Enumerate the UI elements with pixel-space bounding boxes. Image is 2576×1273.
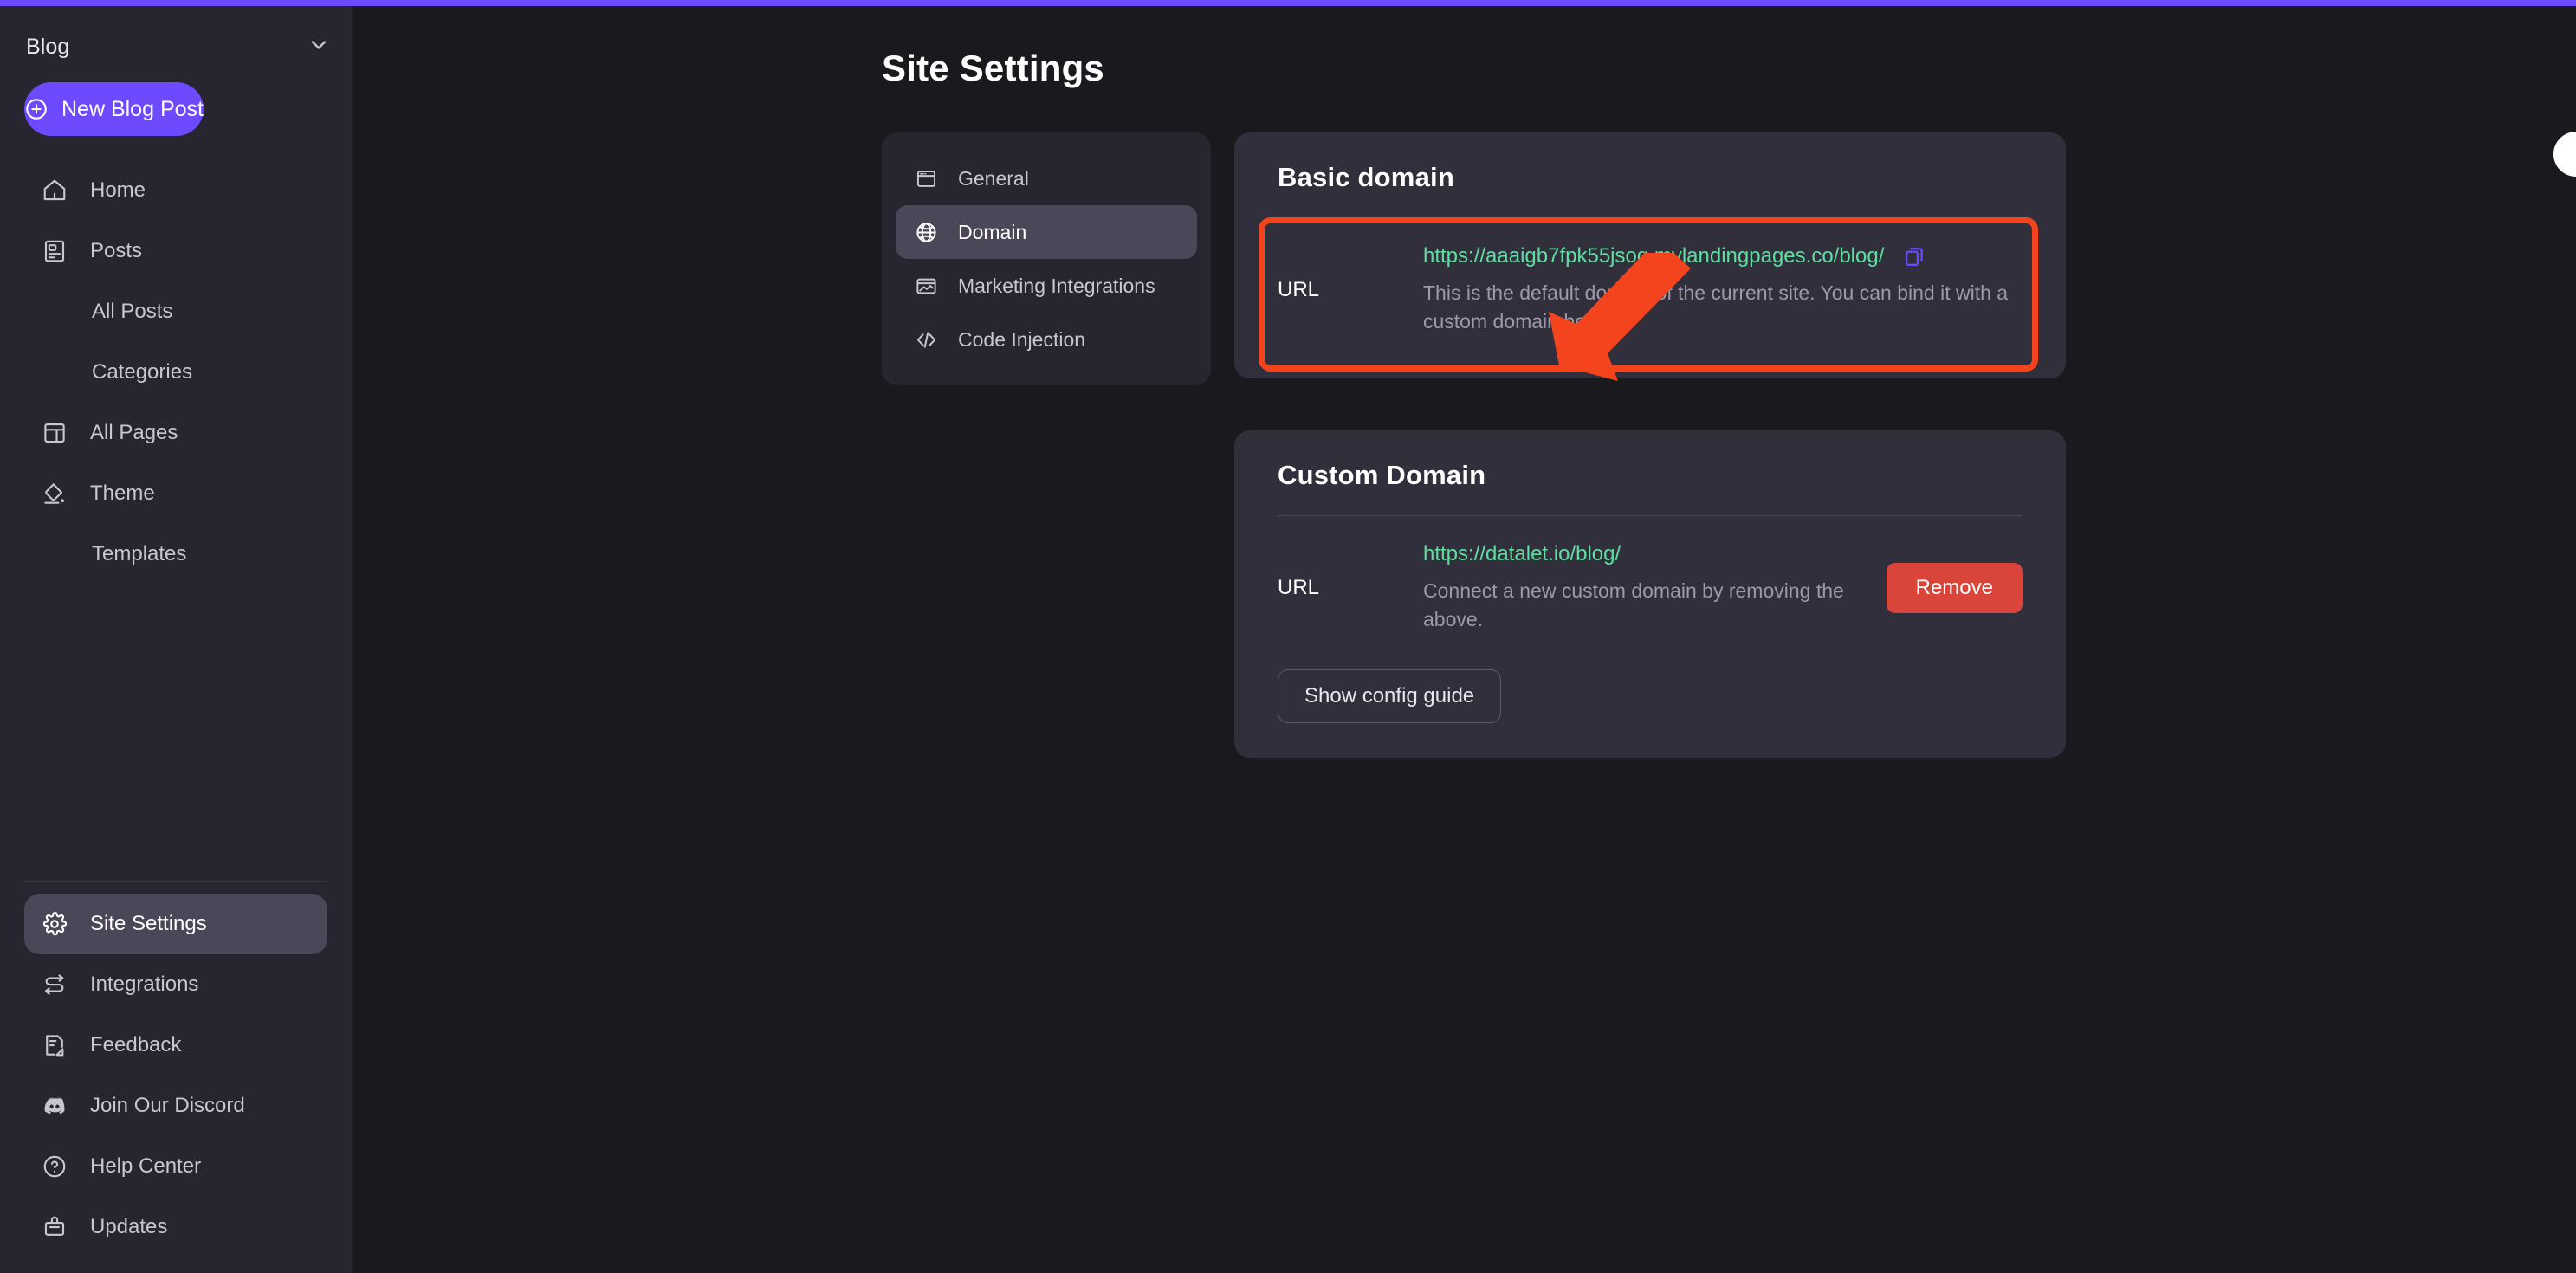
sidebar-item-label: Posts: [90, 239, 143, 262]
custom-domain-url-line: https://datalet.io/blog/: [1423, 542, 1866, 566]
sidebar-item-label: All Pages: [90, 421, 178, 444]
tab-label: General: [958, 166, 1029, 190]
tab-code-injection[interactable]: Code Injection: [896, 313, 1197, 366]
sidebar-item-templates[interactable]: Templates: [24, 524, 327, 585]
custom-domain-url-row: URL https://datalet.io/blog/ Connect a n…: [1278, 516, 2023, 642]
custom-domain-url-body: https://datalet.io/blog/ Connect a new c…: [1423, 542, 1866, 635]
tab-label: Marketing Integrations: [958, 274, 1155, 297]
sidebar-item-theme[interactable]: Theme: [24, 463, 327, 524]
sidebar-item-posts[interactable]: Posts: [24, 221, 327, 281]
sidebar-item-home[interactable]: Home: [24, 160, 327, 221]
home-icon: [40, 176, 69, 205]
sidebar-item-label: Join Our Discord: [90, 1094, 245, 1117]
sidebar-item-all-posts[interactable]: All Posts: [24, 281, 327, 342]
sidebar-nav: Home Posts All Posts Categories All Page…: [0, 160, 352, 585]
basic-domain-url-link[interactable]: https://aaaigb7fpk55jsoq.mylandingpages.…: [1423, 244, 1884, 268]
app-root: Blog New Blog Post Home Posts All Posts …: [0, 0, 2576, 1273]
tab-marketing-integrations[interactable]: Marketing Integrations: [896, 259, 1197, 313]
sidebar-item-all-pages[interactable]: All Pages: [24, 403, 327, 463]
remove-custom-domain-button[interactable]: Remove: [1886, 563, 2023, 614]
sidebar-item-updates[interactable]: Updates: [24, 1197, 327, 1257]
sidebar-item-label: Site Settings: [90, 912, 207, 935]
window-icon: [913, 165, 939, 191]
question-circle-icon: [40, 1152, 69, 1181]
plus-circle-icon: [24, 97, 49, 121]
marketing-icon: [913, 273, 939, 299]
basic-domain-url-body: https://aaaigb7fpk55jsoq.mylandingpages.…: [1423, 244, 2023, 337]
settings-tab-list: General Domain Marketing Integrations Co…: [882, 132, 1211, 385]
new-blog-post-label: New Blog Post: [61, 96, 204, 121]
sidebar-item-label: All Posts: [92, 300, 173, 323]
sidebar-item-categories[interactable]: Categories: [24, 342, 327, 403]
sidebar-item-label: Templates: [92, 542, 187, 565]
custom-domain-url-label: URL: [1278, 576, 1320, 600]
sidebar-item-site-settings[interactable]: Site Settings: [24, 894, 327, 954]
globe-icon: [913, 219, 939, 245]
sidebar-item-label: Categories: [92, 360, 193, 384]
tab-domain[interactable]: Domain: [896, 205, 1197, 259]
tab-label: Code Injection: [958, 327, 1086, 351]
sidebar-divider: [24, 881, 327, 882]
basic-domain-card: Basic domain URL https://aaaigb7fpk55jso…: [1234, 132, 2066, 378]
sidebar-item-label: Help Center: [90, 1154, 202, 1178]
basic-domain-url-line: https://aaaigb7fpk55jsoq.mylandingpages.…: [1423, 244, 2023, 268]
sidebar-item-label: Home: [90, 178, 146, 202]
posts-icon: [40, 236, 69, 266]
main-content: Site Settings General Domain Marketing I…: [352, 6, 2576, 1273]
sidebar-bottom-nav: Site Settings Integrations Feedback Join…: [0, 881, 352, 1257]
copy-icon[interactable]: [1903, 244, 1927, 268]
top-progress-bar: [0, 0, 2576, 6]
sidebar-item-label: Integrations: [90, 973, 199, 996]
sidebar-item-discord[interactable]: Join Our Discord: [24, 1076, 327, 1136]
sidebar-item-label: Theme: [90, 481, 155, 505]
custom-domain-title: Custom Domain: [1278, 460, 1486, 490]
tab-general[interactable]: General: [896, 152, 1197, 205]
sidebar-item-help-center[interactable]: Help Center: [24, 1136, 327, 1197]
new-blog-post-button[interactable]: New Blog Post: [24, 82, 204, 136]
pages-icon: [40, 418, 69, 448]
basic-domain-title: Basic domain: [1278, 162, 1454, 192]
sidebar-item-label: Feedback: [90, 1033, 182, 1057]
basic-domain-url-label: URL: [1278, 278, 1320, 302]
basic-domain-url-row: URL https://aaaigb7fpk55jsoq.mylandingpa…: [1278, 218, 2023, 344]
sidebar-item-feedback[interactable]: Feedback: [24, 1015, 327, 1076]
custom-domain-card: Custom Domain URL https://datalet.io/blo…: [1234, 430, 2066, 758]
feedback-icon: [40, 1031, 69, 1060]
basic-domain-description: This is the default domain of the curren…: [1423, 281, 2009, 333]
edge-floating-widget[interactable]: [2553, 132, 2576, 177]
gear-icon: [40, 909, 69, 939]
sidebar-item-integrations[interactable]: Integrations: [24, 954, 327, 1015]
discord-icon: [40, 1091, 69, 1121]
updates-icon: [40, 1212, 69, 1242]
code-icon: [913, 326, 939, 352]
page-title: Site Settings: [882, 48, 1104, 88]
tab-label: Domain: [958, 220, 1027, 243]
custom-domain-description: Connect a new custom domain by removing …: [1423, 579, 1844, 631]
chevron-down-icon: [307, 33, 331, 61]
integrations-icon: [40, 970, 69, 999]
sidebar-item-label: Updates: [90, 1215, 168, 1238]
custom-domain-url-link[interactable]: https://datalet.io/blog/: [1423, 542, 1621, 566]
site-switcher[interactable]: Blog: [26, 18, 331, 75]
show-config-guide-button[interactable]: Show config guide: [1278, 669, 1502, 723]
sidebar: Blog New Blog Post Home Posts All Posts …: [0, 0, 352, 1273]
site-switcher-label: Blog: [26, 34, 70, 59]
paint-bucket-icon: [40, 479, 69, 508]
